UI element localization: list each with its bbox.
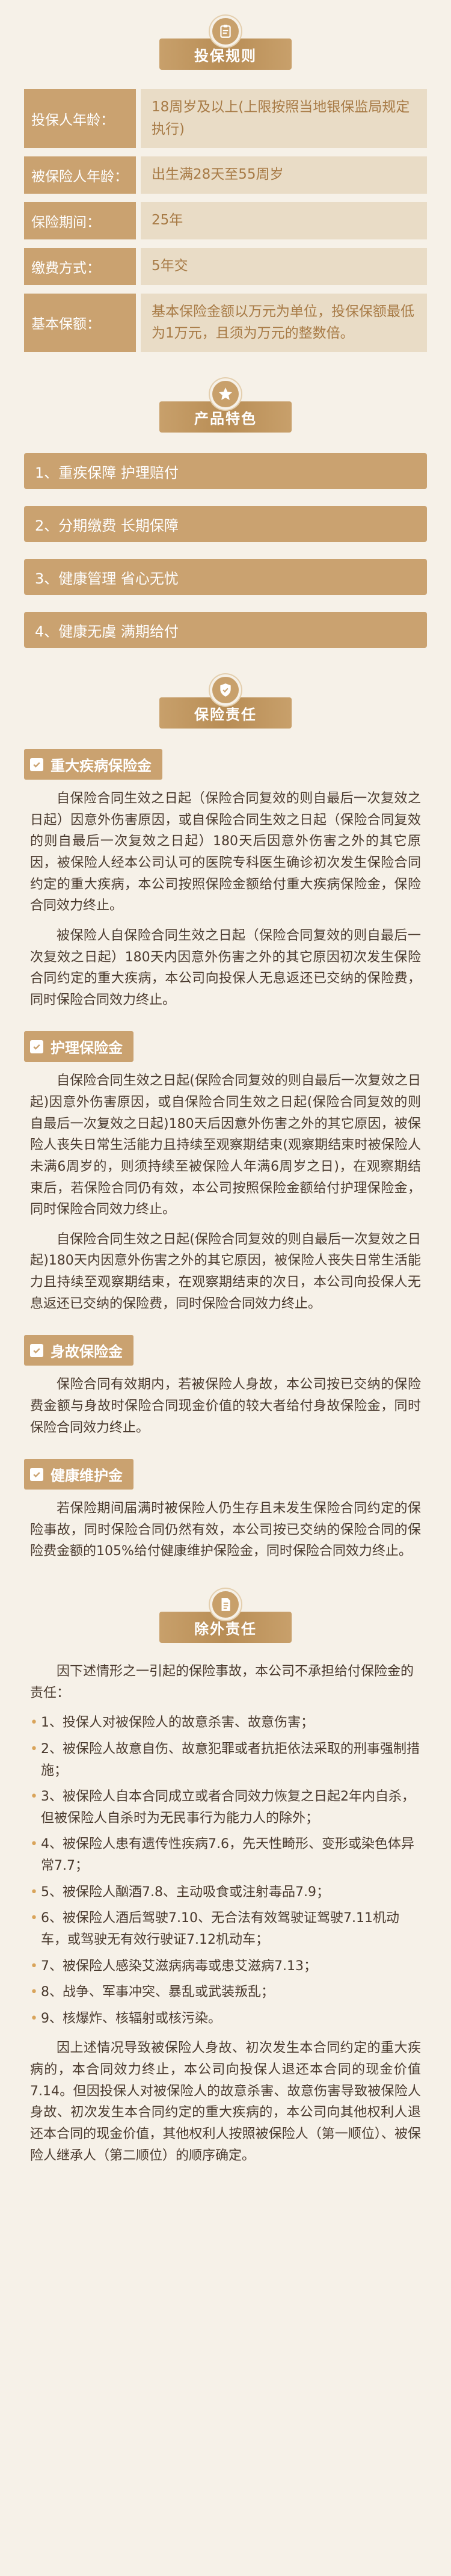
features-section-header: 产品特色	[0, 381, 451, 433]
clipboard-icon	[212, 18, 239, 45]
check-icon	[30, 1343, 43, 1357]
document-icon	[212, 1591, 239, 1618]
bullet-icon: •	[30, 1715, 38, 1731]
bullet-icon: •	[30, 1985, 38, 2000]
rule-row: 缴费方式： 5年交	[24, 247, 427, 285]
liability-block-nursing: 护理保险金 自保险合同生效之日起(保险合同复效的则自最后一次复效之日起)因意外伤…	[24, 1031, 427, 1314]
rule-value: 5年交	[141, 247, 427, 285]
exclusion-item: • 1、投保人对被保险人的故意杀害、故意伤害；	[30, 1712, 421, 1734]
liability-block-title-text: 身故保险金	[51, 1343, 123, 1361]
exclusion-item: • 8、战争、军事冲突、暴乱或武装叛乱；	[30, 1982, 421, 2003]
bullet-icon: •	[30, 2011, 38, 2026]
liability-block-title-text: 护理保险金	[51, 1040, 123, 1057]
exclusion-item: • 6、被保险人酒后驾驶7.10、无合法有效驾驶证驾驶7.11机动车，或驾驶无有效…	[30, 1908, 421, 1950]
rule-label: 缴费方式：	[24, 247, 136, 285]
star-icon	[212, 381, 239, 408]
rule-row: 基本保额： 基本保险金额以万元为单位，投保保额最低为1万元，且须为万元的整数倍。	[24, 293, 427, 353]
bullet-icon: •	[30, 1741, 38, 1757]
rule-label: 基本保额：	[24, 293, 136, 353]
liability-paragraph: 自保险合同生效之日起(保险合同复效的则自最后一次复效之日起)180天内因意外伤害…	[30, 1231, 421, 1311]
exclusions-intro: 因下述情形之一引起的保险事故，本公司不承担给付保险金的责任：	[30, 1664, 414, 1701]
liability-paragraph: 被保险人自保险合同生效之日起（保险合同复效的则自最后一次复效之日起）180天内因…	[30, 928, 421, 1008]
bullet-icon: •	[30, 1911, 38, 1926]
page: 投保规则 投保人年龄： 18周岁及以上(上限按照当地银保监局规定执行) 被保险人…	[0, 0, 451, 2576]
rule-value: 18周岁及以上(上限按照当地银保监局规定执行)	[141, 89, 427, 148]
rules-table: 投保人年龄： 18周岁及以上(上限按照当地银保监局规定执行) 被保险人年龄： 出…	[24, 89, 427, 353]
features-list: 1、重疾保障 护理赔付 2、分期缴费 长期保障 3、健康管理 省心无忧 4、健康…	[24, 453, 427, 649]
liability-block-title-text: 重大疾病保险金	[51, 757, 152, 775]
liability-block-health-maintenance: 健康维护金 若保险期间届满时被保险人仍生存且未发生保险合同约定的保险事故，同时保…	[24, 1459, 427, 1562]
exclusion-item: • 5、被保险人酗酒7.8、主动吸食或注射毒品7.9；	[30, 1882, 421, 1903]
rule-label: 保险期间：	[24, 202, 136, 239]
exclusion-item: • 9、核爆炸、核辐射或核污染。	[30, 2008, 421, 2030]
rules-section-header: 投保规则	[0, 18, 451, 70]
exclusion-item: • 2、被保险人故意自伤、故意犯罪或者抗拒依法采取的刑事强制措施；	[30, 1739, 421, 1781]
liability-block-title: 身故保险金	[24, 1335, 133, 1366]
liability-block-critical-illness: 重大疾病保险金 自保险合同生效之日起（保险合同复效的则自最后一次复效之日起）因意…	[24, 749, 427, 1011]
check-icon	[30, 757, 43, 771]
liability-block-title-text: 健康维护金	[51, 1467, 123, 1485]
rule-label: 被保险人年龄：	[24, 156, 136, 194]
liability-paragraph: 自保险合同生效之日起(保险合同复效的则自最后一次复效之日起)因意外伤害原因，或自…	[30, 1073, 421, 1218]
exclusions-section-header: 除外责任	[0, 1591, 451, 1644]
liability-block-title: 护理保险金	[24, 1031, 133, 1062]
exclusions-content: 因下述情形之一引起的保险事故，本公司不承担给付保险金的责任： • 1、投保人对被保…	[24, 1661, 427, 2166]
rule-row: 被保险人年龄： 出生满28天至55周岁	[24, 156, 427, 194]
check-icon	[30, 1467, 43, 1481]
exclusion-item: • 4、被保险人患有遗传性疾病7.6，先天性畸形、变形或染色体异常7.7；	[30, 1834, 421, 1876]
feature-item: 4、健康无虞 满期给付	[24, 612, 427, 649]
bullet-icon: •	[30, 1958, 38, 1974]
rule-label: 投保人年龄：	[24, 89, 136, 148]
rule-row: 保险期间： 25年	[24, 202, 427, 239]
bullet-icon: •	[30, 1837, 38, 1852]
liability-paragraph: 若保险期间届满时被保险人仍生存且未发生保险合同约定的保险事故，同时保险合同仍然有…	[30, 1501, 421, 1559]
check-icon	[30, 1040, 43, 1053]
rule-value: 出生满28天至55周岁	[141, 156, 427, 194]
rule-value: 基本保险金额以万元为单位，投保保额最低为1万元，且须为万元的整数倍。	[141, 293, 427, 353]
bullet-icon: •	[30, 1884, 38, 1900]
liability-block-title: 重大疾病保险金	[24, 749, 162, 780]
exclusions-list: • 1、投保人对被保险人的故意杀害、故意伤害； • 2、被保险人故意自伤、故意犯罪或…	[30, 1712, 421, 2029]
feature-item: 2、分期缴费 长期保障	[24, 506, 427, 543]
feature-item: 1、重疾保障 护理赔付	[24, 453, 427, 490]
feature-item: 3、健康管理 省心无忧	[24, 559, 427, 596]
exclusion-item: • 3、被保险人自本合同成立或者合同效力恢复之日起2年内自杀，但被保险人自杀时为无…	[30, 1786, 421, 1829]
exclusions-closing: 因上述情况导致被保险人身故、初次发生本合同约定的重大疾病的，本合同效力终止，本公…	[30, 2041, 421, 2163]
exclusion-item: • 7、被保险人感染艾滋病病毒或患艾滋病7.13；	[30, 1956, 421, 1977]
bullet-icon: •	[30, 1789, 38, 1805]
rule-row: 投保人年龄： 18周岁及以上(上限按照当地银保监局规定执行)	[24, 89, 427, 148]
rule-value: 25年	[141, 202, 427, 239]
liability-paragraph: 自保险合同生效之日起（保险合同复效的则自最后一次复效之日起）因意外伤害原因，或自…	[30, 791, 421, 914]
shield-icon	[212, 677, 239, 704]
liability-block-title: 健康维护金	[24, 1459, 133, 1490]
liability-block-death: 身故保险金 保险合同有效期内，若被保险人身故，本公司按已交纳的保险费金额与身故时…	[24, 1335, 427, 1438]
liability-paragraph: 保险合同有效期内，若被保险人身故，本公司按已交纳的保险费金额与身故时保险合同现金…	[30, 1377, 421, 1435]
liability-section-header: 保险责任	[0, 677, 451, 729]
